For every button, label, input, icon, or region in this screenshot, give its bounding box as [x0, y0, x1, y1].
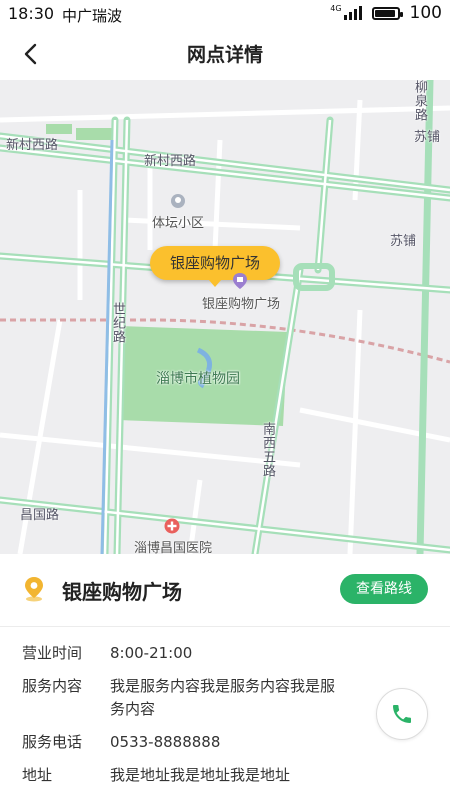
info-list: 营业时间 8:00-21:00 服务内容 我是服务内容我是服务内容我是服务内容 … — [22, 642, 362, 797]
info-value: 我是地址我是地址我是地址 — [110, 766, 291, 784]
info-value: 8:00-21:00 — [110, 644, 193, 662]
road-label: 世纪路 — [110, 302, 125, 344]
map-callout[interactable]: 银座购物广场 — [150, 246, 281, 287]
road-label: 柳泉路 — [412, 80, 427, 122]
nav-bar: 网点详情 — [0, 28, 450, 80]
residential-poi-icon — [171, 194, 185, 208]
network-type: 4G — [330, 4, 342, 13]
info-value: 0533-8888888 — [110, 733, 221, 751]
info-row-address: 地址 我是地址我是地址我是地址 — [22, 764, 362, 787]
info-key: 服务内容 — [22, 677, 83, 695]
poi-label: 淄博昌国医院 — [134, 541, 213, 554]
status-carrier: 中广瑞波 — [62, 7, 123, 25]
road-label: 昌国路 — [20, 508, 60, 523]
view-route-button[interactable]: 查看路线 — [340, 574, 428, 604]
page-title: 网点详情 — [186, 44, 263, 66]
status-time: 18:30 — [8, 4, 55, 23]
phone-icon — [393, 705, 411, 723]
place-name: 银座购物广场 — [62, 580, 182, 604]
map-canvas — [0, 80, 450, 554]
road-label: 新村西路 — [6, 138, 59, 153]
status-indicators: 4G 100 — [330, 2, 442, 24]
shopping-poi-icon — [233, 273, 247, 289]
location-pin-icon — [25, 577, 43, 602]
info-key: 营业时间 — [22, 644, 83, 662]
road-label: 新村西路 — [144, 154, 197, 169]
battery-icon — [371, 6, 403, 20]
poi-label: 银座购物广场 — [202, 297, 281, 312]
info-row-service: 服务内容 我是服务内容我是服务内容我是服务内容 — [22, 675, 362, 721]
info-key: 地址 — [22, 766, 53, 784]
map-view[interactable]: 新村西路 新村西路 柳泉路 苏铺 苏铺 体坛小区 银座购物广场 银座购物广场 世… — [0, 80, 450, 554]
info-row-phone: 服务电话 0533-8888888 — [22, 731, 362, 754]
detail-card: 银座购物广场 查看路线 营业时间 8:00-21:00 服务内容 我是服务内容我… — [0, 554, 450, 800]
poi-label: 体坛小区 — [152, 216, 205, 231]
signal-icon — [343, 6, 362, 20]
park-label: 淄博市植物园 — [156, 371, 240, 387]
place-label: 苏铺 — [390, 234, 417, 249]
place-label: 苏铺 — [414, 130, 441, 145]
status-bar: 18:30 中广瑞波 4G 100 — [0, 0, 450, 28]
card-header: 银座购物广场 查看路线 — [0, 554, 450, 627]
hospital-poi-icon — [164, 518, 180, 534]
info-value: 我是服务内容我是服务内容我是服务内容 — [110, 677, 336, 718]
info-row-hours: 营业时间 8:00-21:00 — [22, 642, 362, 665]
call-button[interactable] — [376, 688, 428, 740]
battery-percent: 100 — [409, 3, 442, 23]
info-key: 服务电话 — [22, 733, 83, 751]
road-label: 南西五路 — [260, 422, 275, 478]
